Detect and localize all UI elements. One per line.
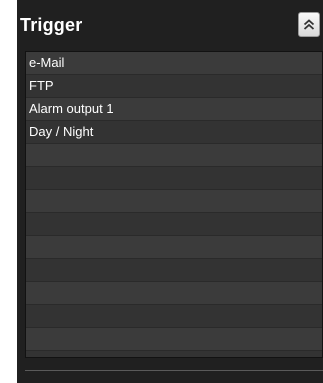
divider bbox=[25, 370, 323, 371]
trigger-list: e-Mail FTP Alarm output 1 Day / Night bbox=[25, 51, 323, 358]
list-item-label: e-Mail bbox=[29, 55, 65, 70]
empty-list-row bbox=[26, 328, 322, 351]
empty-list-row bbox=[26, 167, 322, 190]
list-item-email[interactable]: e-Mail bbox=[26, 52, 322, 75]
list-item-alarm-output-1[interactable]: Alarm output 1 bbox=[26, 98, 322, 121]
trigger-panel: Trigger e-Mail FTP Alarm output 1 Day / … bbox=[17, 0, 323, 383]
empty-list-row bbox=[26, 305, 322, 328]
list-item-day-night[interactable]: Day / Night bbox=[26, 121, 322, 144]
list-item-label: FTP bbox=[29, 78, 54, 93]
empty-list-row bbox=[26, 144, 322, 167]
empty-list-row bbox=[26, 236, 322, 259]
empty-list-row bbox=[26, 213, 322, 236]
list-item-label: Day / Night bbox=[29, 124, 94, 139]
collapse-button[interactable] bbox=[298, 12, 320, 37]
list-item-label: Alarm output 1 bbox=[29, 101, 114, 116]
empty-list-row bbox=[26, 190, 322, 213]
empty-list-row bbox=[26, 259, 322, 282]
double-chevron-up-icon bbox=[303, 19, 315, 30]
panel-title: Trigger bbox=[20, 15, 83, 35]
panel-header: Trigger bbox=[17, 0, 323, 44]
empty-list-row bbox=[26, 282, 322, 305]
list-item-ftp[interactable]: FTP bbox=[26, 75, 322, 98]
